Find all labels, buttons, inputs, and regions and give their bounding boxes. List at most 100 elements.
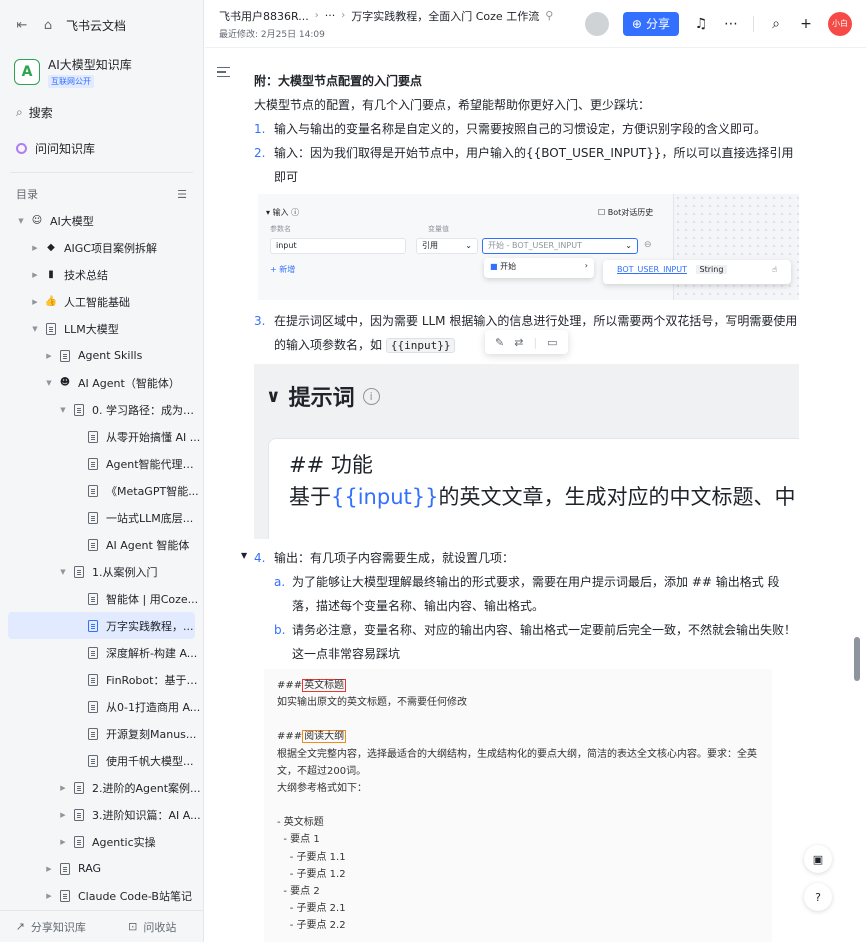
collaborator-avatar[interactable] bbox=[584, 11, 609, 36]
sidebar-item[interactable]: ▶ RAG bbox=[0, 855, 203, 882]
sidebar-item[interactable]: ▼ ☻ AI Agent（智能体） bbox=[0, 369, 203, 396]
more-icon[interactable]: ⋯ bbox=[723, 16, 739, 32]
sidebar-search[interactable]: ⌕ 搜索 bbox=[0, 98, 203, 126]
img-prompt-heading: ## 功能 bbox=[289, 453, 373, 477]
sidebar-item[interactable]: ▶ 3.进阶知识篇：AI A... bbox=[0, 801, 203, 828]
img-input-section: ▾ 输入 ⓘ bbox=[266, 208, 300, 217]
phone-icon: ▮ bbox=[48, 269, 54, 280]
sidebar-item[interactable]: FinRobot：基于L... bbox=[0, 666, 203, 693]
bell-icon[interactable]: ♫ bbox=[693, 16, 709, 32]
collapsed-caret-icon[interactable]: ▶ bbox=[58, 784, 68, 792]
crumb-title[interactable]: 万字实践教程，全面入门 Coze 工作流 bbox=[351, 8, 539, 24]
sidebar-item[interactable]: ▶ 2.进阶的Agent案例... bbox=[0, 774, 203, 801]
user-avatar[interactable]: 小白 bbox=[828, 11, 852, 36]
collapse-caret-icon[interactable]: ▼ bbox=[241, 551, 247, 560]
share-icon: ↗ bbox=[15, 920, 25, 933]
sidebar-item[interactable]: 使用千帆大模型... bbox=[0, 747, 203, 774]
sidebar-item[interactable]: ▶ 👍 人工智能基础 bbox=[0, 288, 203, 315]
cube-icon: ◆ bbox=[47, 242, 55, 253]
collapsed-caret-icon[interactable]: ▶ bbox=[58, 838, 68, 846]
img-outline-line: - 子要点 1.2 bbox=[277, 868, 346, 880]
doc-icon bbox=[72, 565, 86, 579]
collapsed-caret-icon[interactable]: ▶ bbox=[44, 352, 54, 360]
sidebar-item[interactable]: 万字实践教程，... bbox=[8, 612, 195, 639]
help-icon[interactable]: ? bbox=[804, 883, 832, 911]
kb-avatar: A bbox=[14, 59, 40, 85]
smile-icon: ☺ bbox=[31, 215, 43, 226]
recycle-button[interactable]: ⊡ 问收站 bbox=[102, 919, 204, 935]
share-kb-button[interactable]: ↗ 分享知识库 bbox=[0, 919, 102, 935]
home-icon[interactable]: ⌂ bbox=[40, 17, 56, 33]
doc-content-item4: 4. 输出：有几项子内容需要生成，就设置几项： a. 为了能够让大模型理解最终输… bbox=[254, 546, 799, 666]
floating-toolbar: ✎ ⇄ | ▭ bbox=[485, 330, 568, 354]
sidebar-item[interactable]: ▼ 0. 学习路径：成为基... bbox=[0, 396, 203, 423]
img-outline-line: - 子要点 1.1 bbox=[277, 851, 346, 863]
sidebar-item[interactable]: 从0-1打造商用 A... bbox=[0, 693, 203, 720]
sidebar-item-label: 万字实践教程，... bbox=[106, 619, 194, 633]
sidebar-item-label: AI Agent 智能体 bbox=[106, 538, 190, 552]
sub-list-item: a. 为了能够让大模型理解最终输出的形式要求，需要在用户提示词最后，添加 ## … bbox=[254, 570, 799, 618]
sidebar-item[interactable]: 从零开始搞懂 AI ... bbox=[0, 423, 203, 450]
sidebar-item[interactable]: ▶ ▮ 技术总结 bbox=[0, 261, 203, 288]
section-heading: 附：大模型节点配置的入门要点 bbox=[254, 74, 423, 88]
knowledge-base-header[interactable]: A AI大模型知识库 互联网公开 bbox=[0, 50, 203, 94]
expanded-caret-icon[interactable]: ▼ bbox=[16, 217, 26, 225]
sidebar-item[interactable]: ▶ ◆ AIGC项目案例拆解 bbox=[0, 234, 203, 261]
sidebar-item[interactable]: 《MetaGPT智能... bbox=[0, 477, 203, 504]
convert-icon[interactable]: ⇄ bbox=[514, 336, 523, 349]
sidebar-item[interactable]: ▶ Claude Code-B站笔记 bbox=[0, 882, 203, 909]
toc-list-icon[interactable]: ☰ bbox=[177, 188, 187, 201]
expanded-caret-icon[interactable]: ▼ bbox=[58, 568, 68, 576]
doc-icon bbox=[86, 511, 100, 525]
img-param-input: input bbox=[270, 238, 406, 254]
sidebar-item[interactable]: 开源复刻Manus... bbox=[0, 720, 203, 747]
sidebar-item[interactable]: ▼ LLM大模型 bbox=[0, 315, 203, 342]
img-l4: 根据全文完整内容，选择最适合的大纲结构，生成结构化的要点大纲，简洁的表达全文核心… bbox=[277, 748, 757, 777]
chevron-right-icon: › bbox=[314, 10, 319, 21]
sidebar-item[interactable]: AI Agent 智能体 bbox=[0, 531, 203, 558]
collapsed-caret-icon[interactable]: ▶ bbox=[44, 892, 54, 900]
plus-icon[interactable]: + bbox=[798, 16, 814, 32]
sidebar-item[interactable]: 深度解析-构建 A... bbox=[0, 639, 203, 666]
collapsed-caret-icon[interactable]: ▶ bbox=[30, 244, 40, 252]
scrollbar-thumb[interactable] bbox=[854, 637, 860, 681]
expanded-caret-icon[interactable]: ▼ bbox=[44, 379, 54, 387]
ask-knowledge-base[interactable]: 问问知识库 bbox=[0, 134, 203, 162]
list-item: 2. 输入：因为我们取得是开始节点中，用户输入的{{BOT_USER_INPUT… bbox=[254, 141, 799, 189]
expanded-caret-icon[interactable]: ▼ bbox=[58, 406, 68, 414]
collapsed-caret-icon[interactable]: ▶ bbox=[44, 865, 54, 873]
sidebar-item[interactable]: 一站式LLM底层... bbox=[0, 504, 203, 531]
sidebar-item[interactable]: ▶ Agent Skills bbox=[0, 342, 203, 369]
img-canvas-pattern bbox=[673, 194, 799, 300]
sidebar-item[interactable]: ▶ Agentic实操 bbox=[0, 828, 203, 855]
thumb-icon: 👍 bbox=[44, 296, 58, 307]
sidebar-item-label: 1.从案例入门 bbox=[92, 565, 158, 579]
collapsed-caret-icon[interactable]: ▶ bbox=[30, 298, 40, 306]
expanded-caret-icon[interactable]: ▼ bbox=[30, 325, 40, 333]
collapsed-caret-icon[interactable]: ▶ bbox=[30, 271, 40, 279]
sidebar-item-label: 技术总结 bbox=[64, 268, 108, 282]
crumb-more[interactable]: ··· bbox=[325, 9, 336, 22]
output-format-screenshot: ### 英文标题 如实输出原文的英文标题，不需要任何修改 ### 阅读大纲 根据全文… bbox=[264, 669, 772, 942]
doc-icon bbox=[86, 457, 100, 471]
sidebar-item[interactable]: Agent智能代理开... bbox=[0, 450, 203, 477]
edit-icon[interactable]: ✎ bbox=[495, 336, 504, 349]
sidebar-item[interactable]: ▼ ☺ AI大模型 bbox=[0, 207, 203, 234]
share-button[interactable]: ⊕ 分享 bbox=[622, 11, 679, 36]
doc-tools-icon[interactable]: ▣ bbox=[804, 845, 832, 873]
pin-icon[interactable]: ⚲ bbox=[545, 9, 553, 22]
img-prompt-title: ∨ 提示词 i bbox=[266, 380, 380, 412]
collapse-sidebar-icon[interactable]: ⇤ bbox=[14, 17, 30, 33]
collapsed-caret-icon[interactable]: ▶ bbox=[58, 811, 68, 819]
chevron-right-icon: › bbox=[341, 10, 346, 21]
brand-label[interactable]: 飞书云文档 bbox=[66, 17, 126, 34]
doc-icon bbox=[72, 403, 86, 417]
comment-icon[interactable]: ▭ bbox=[547, 336, 557, 349]
doc-icon bbox=[86, 673, 100, 687]
search-icon[interactable]: ⌕ bbox=[768, 16, 784, 32]
sidebar-item[interactable]: ▼ 1.从案例入门 bbox=[0, 558, 203, 585]
crumb-user[interactable]: 飞书用户8836R... bbox=[219, 8, 309, 24]
info-icon: i bbox=[362, 387, 380, 405]
outline-icon[interactable] bbox=[217, 67, 230, 77]
sidebar-item[interactable]: 智能体 | 用Coze... bbox=[0, 585, 203, 612]
